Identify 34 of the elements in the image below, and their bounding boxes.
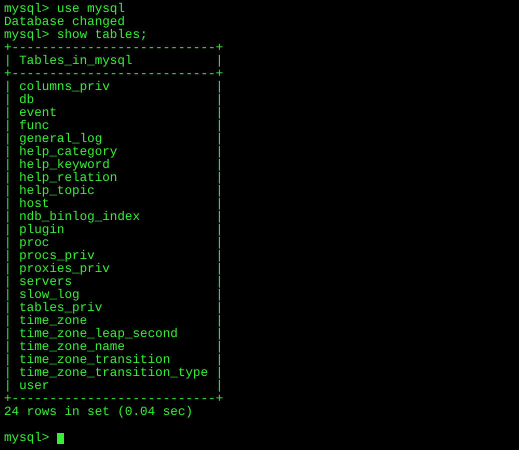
- table-row: | time_zone_leap_second |: [4, 328, 224, 341]
- table-row: | event |: [4, 107, 224, 120]
- table-row: | host |: [4, 198, 224, 211]
- table-row: | servers |: [4, 276, 224, 289]
- table-row: | ndb_binlog_index |: [4, 211, 224, 224]
- table-row: | plugin |: [4, 224, 224, 237]
- table-row: | time_zone |: [4, 315, 224, 328]
- table-row: | help_topic |: [4, 185, 224, 198]
- command-line: mysql> use mysql: [4, 3, 125, 16]
- table-row: | slow_log |: [4, 289, 224, 302]
- table-row: | time_zone_transition |: [4, 354, 224, 367]
- table-border: +---------------------------+: [4, 42, 224, 55]
- table-row: | time_zone_transition_type |: [4, 367, 224, 380]
- table-row: | help_relation |: [4, 172, 224, 185]
- output-line: Database changed: [4, 16, 125, 29]
- table-row: | columns_priv |: [4, 81, 224, 94]
- table-row: | user |: [4, 380, 224, 393]
- table-row: | db |: [4, 94, 224, 107]
- table-row: | proxies_priv |: [4, 263, 224, 276]
- table-row: | procs_priv |: [4, 250, 224, 263]
- table-border: +---------------------------+: [4, 68, 224, 81]
- table-row: | help_keyword |: [4, 159, 224, 172]
- cursor: [56, 433, 64, 444]
- table-row: | proc |: [4, 237, 224, 250]
- prompt: mysql>: [4, 432, 50, 445]
- table-border: +---------------------------+: [4, 393, 224, 406]
- table-header: | Tables_in_mysql |: [4, 55, 224, 68]
- table-row: | func |: [4, 120, 224, 133]
- table-row: | general_log |: [4, 133, 224, 146]
- table-row: | time_zone_name |: [4, 341, 224, 354]
- output-line: 24 rows in set (0.04 sec): [4, 406, 193, 419]
- table-row: | help_category |: [4, 146, 224, 159]
- command-line: mysql> show tables;: [4, 29, 148, 42]
- table-row: | tables_priv |: [4, 302, 224, 315]
